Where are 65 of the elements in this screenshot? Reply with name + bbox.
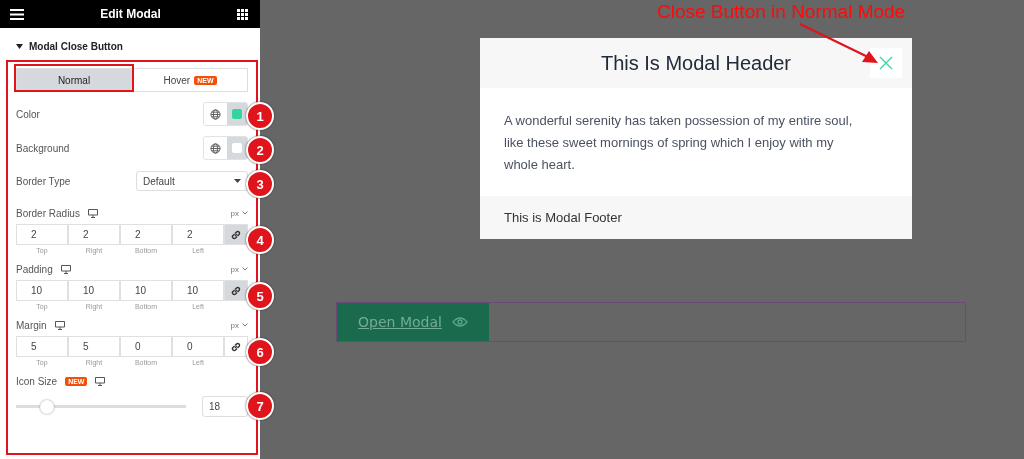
globe-icon[interactable] bbox=[210, 142, 221, 154]
step-marker: 2 bbox=[246, 136, 274, 164]
input-field[interactable]: 10 bbox=[172, 280, 224, 301]
color-swatch[interactable] bbox=[232, 143, 242, 153]
modal-title: This Is Modal Header bbox=[600, 51, 792, 75]
section-title[interactable]: Modal Close Button bbox=[29, 41, 123, 52]
menu-icon[interactable] bbox=[10, 8, 24, 20]
unit-selector[interactable]: px bbox=[230, 264, 248, 274]
color-swatch[interactable] bbox=[232, 109, 242, 119]
input-field[interactable]: 2 bbox=[16, 224, 68, 245]
step-marker: 6 bbox=[246, 338, 274, 366]
unit-selector[interactable]: px bbox=[230, 320, 248, 330]
step-marker: 5 bbox=[246, 282, 274, 310]
unit-selector[interactable]: px bbox=[230, 208, 248, 218]
tab[interactable]: Normal bbox=[16, 68, 132, 92]
control-label: Icon Size bbox=[16, 375, 58, 387]
link-icon bbox=[231, 229, 241, 240]
link-button[interactable] bbox=[224, 336, 248, 357]
chevron-icon bbox=[242, 323, 248, 327]
step-marker: 7 bbox=[246, 392, 274, 420]
input-field[interactable]: 2 bbox=[120, 224, 172, 245]
globe-icon[interactable] bbox=[210, 108, 221, 120]
monitor-icon[interactable] bbox=[60, 264, 71, 274]
control-label: Border Type bbox=[16, 175, 71, 187]
link-icon bbox=[231, 341, 241, 352]
monitor-icon[interactable] bbox=[87, 208, 98, 218]
input-field[interactable]: 0 bbox=[172, 336, 224, 357]
footer-text: This is Modal Footer bbox=[504, 210, 622, 225]
step-marker: 4 bbox=[246, 226, 274, 254]
link-button[interactable] bbox=[224, 280, 248, 301]
input-field[interactable]: 0 bbox=[120, 336, 172, 357]
chevron-icon bbox=[242, 267, 248, 271]
step-marker: 1 bbox=[246, 102, 274, 130]
control-label: Margin bbox=[16, 319, 47, 331]
grid-icon[interactable] bbox=[237, 8, 248, 20]
input-field[interactable]: 2 bbox=[172, 224, 224, 245]
monitor-icon[interactable] bbox=[54, 320, 65, 330]
input-field[interactable]: 2 bbox=[68, 224, 120, 245]
control-label: Background bbox=[16, 142, 70, 154]
link-icon bbox=[231, 285, 241, 296]
annotation-text: Close Button in Normal Mode bbox=[657, 1, 906, 23]
control-label: Border Radius bbox=[16, 207, 80, 219]
close-icon bbox=[879, 56, 893, 70]
modal-body-text: A wonderful serenity has taken possession of my entire soul, like these sweet mornings of spring which I enjoy with my whole heart. bbox=[503, 112, 854, 174]
caret-icon bbox=[234, 179, 241, 183]
chevron-icon bbox=[242, 211, 248, 215]
caret-icon[interactable] bbox=[16, 44, 23, 49]
input-field[interactable]: 5 bbox=[68, 336, 120, 357]
input-field[interactable]: 10 bbox=[120, 280, 172, 301]
color-picker[interactable] bbox=[203, 136, 248, 160]
input-field[interactable]: 10 bbox=[16, 280, 68, 301]
select-field[interactable]: Default bbox=[136, 171, 248, 191]
panel-title: Edit Modal bbox=[100, 7, 161, 21]
monitor-icon[interactable] bbox=[95, 376, 106, 386]
eye-icon bbox=[451, 317, 468, 327]
slider-thumb[interactable] bbox=[39, 399, 54, 414]
control-label: Color bbox=[16, 108, 40, 120]
control-label: Padding bbox=[16, 263, 53, 275]
select-value: Default bbox=[143, 175, 175, 187]
close-button[interactable] bbox=[870, 48, 902, 78]
input-field[interactable]: 10 bbox=[68, 280, 120, 301]
input-field[interactable]: 5 bbox=[16, 336, 68, 357]
color-picker[interactable] bbox=[203, 102, 248, 126]
link-button[interactable] bbox=[224, 224, 248, 245]
step-marker: 3 bbox=[246, 170, 274, 198]
